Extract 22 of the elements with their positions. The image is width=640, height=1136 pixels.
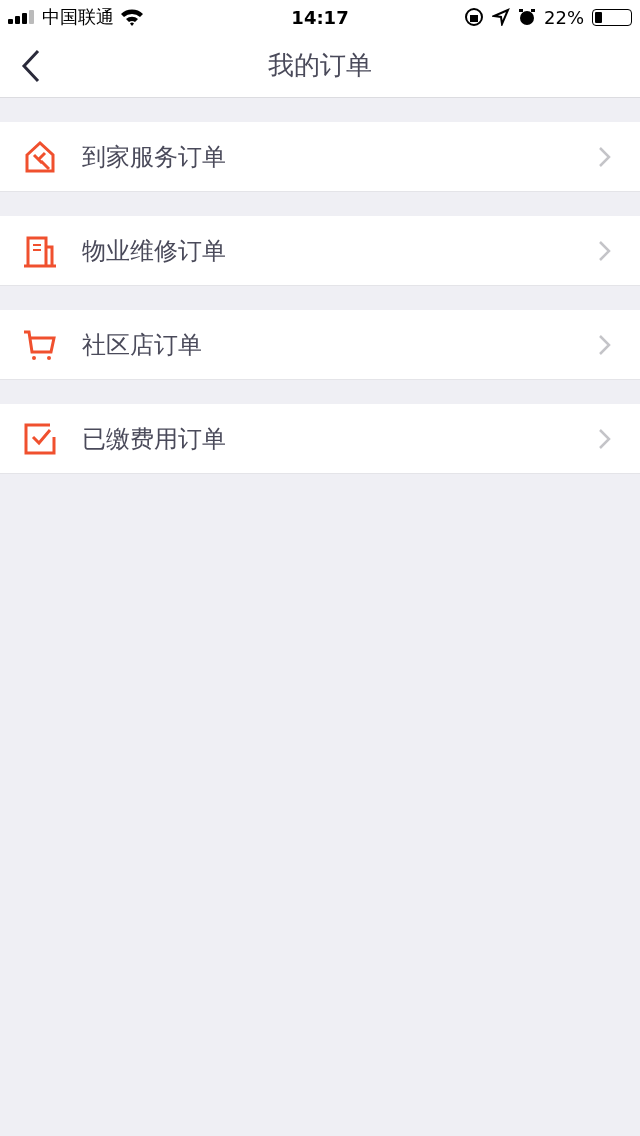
- signal-icon: [8, 10, 36, 24]
- location-icon: [492, 8, 510, 26]
- battery-percent: 22%: [544, 6, 584, 28]
- order-category-row[interactable]: 到家服务订单: [0, 122, 640, 192]
- order-category-label: 已缴费用订单: [82, 423, 227, 455]
- order-category-label: 到家服务订单: [82, 141, 227, 173]
- order-category-row[interactable]: 物业维修订单: [0, 216, 640, 286]
- chevron-right-icon: [598, 333, 612, 356]
- chevron-right-icon: [598, 239, 612, 262]
- battery-icon: [592, 8, 632, 26]
- order-category-label: 社区店订单: [82, 329, 203, 361]
- rotation-lock-icon: [464, 7, 484, 27]
- order-category-row[interactable]: 社区店订单: [0, 310, 640, 380]
- wifi-icon: [120, 8, 144, 26]
- page-title: 我的订单: [268, 49, 372, 82]
- order-category-label: 物业维修订单: [82, 235, 227, 267]
- chevron-right-icon: [598, 145, 612, 168]
- alarm-icon: [518, 8, 536, 26]
- carrier-name: 中国联通: [42, 5, 114, 29]
- status-time: 14:17: [291, 6, 349, 28]
- order-category-row[interactable]: 已缴费用订单: [0, 404, 640, 474]
- chevron-right-icon: [598, 427, 612, 450]
